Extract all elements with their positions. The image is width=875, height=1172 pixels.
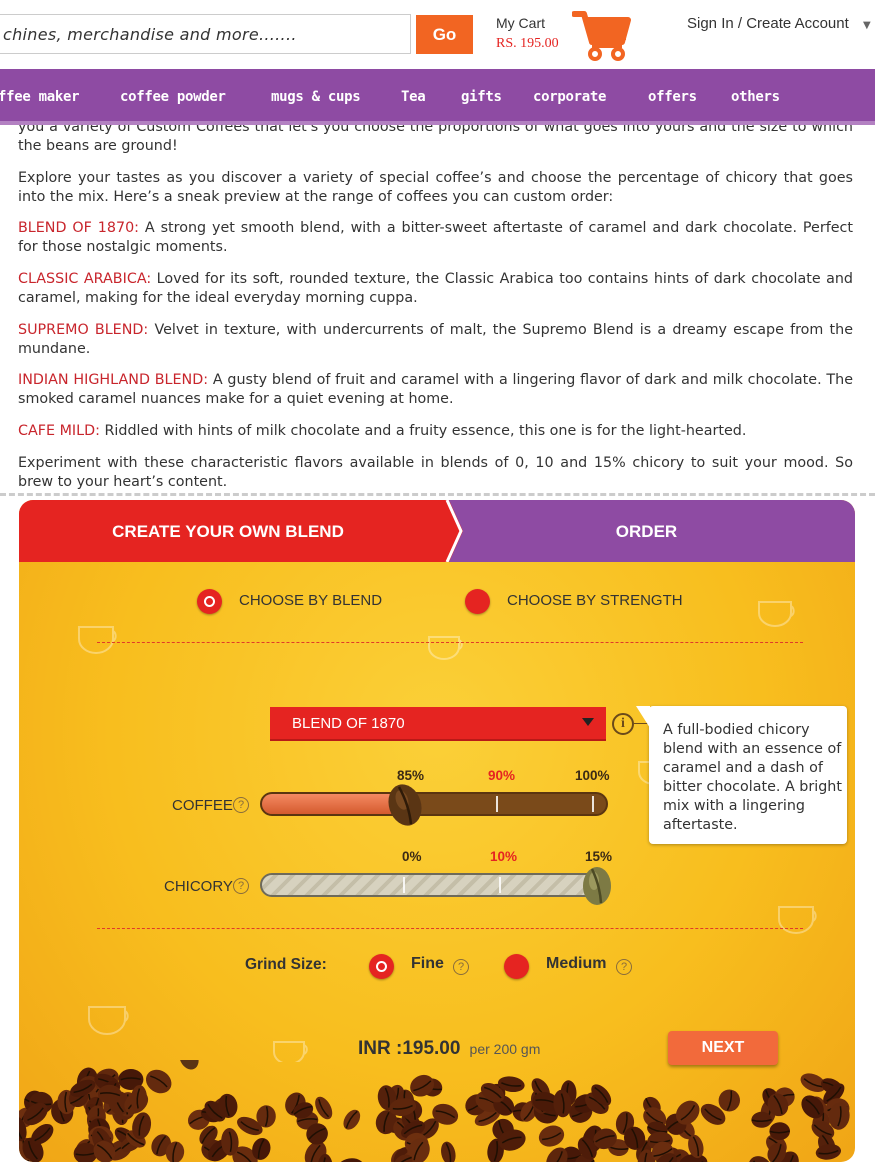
radio-choose-by-strength[interactable] bbox=[465, 589, 490, 614]
blend-description: SUPREMO BLEND: Velvet in texture, with u… bbox=[18, 321, 853, 359]
search-go-button[interactable]: Go bbox=[416, 15, 473, 54]
cart-amount[interactable]: RS. 195.00 bbox=[496, 36, 559, 52]
nav-item-others[interactable]: others bbox=[731, 89, 780, 105]
chevron-down-icon[interactable]: ▼ bbox=[863, 20, 871, 31]
intro-paragraph: you a variety of Custom Coffees that let… bbox=[18, 125, 853, 154]
tab-create-label[interactable]: CREATE YOUR OWN BLEND bbox=[19, 522, 437, 542]
blend-description: CLASSIC ARABICA: Loved for its soft, rou… bbox=[18, 270, 853, 308]
blend-name: BLEND OF 1870: bbox=[18, 220, 139, 236]
blend-name: CAFE MILD: bbox=[18, 423, 100, 439]
tooltip-arrow bbox=[636, 706, 650, 728]
nav-item-tea[interactable]: Tea bbox=[401, 89, 426, 105]
blend-description: CAFE MILD: Riddled with hints of milk ch… bbox=[18, 422, 853, 441]
blend-select-dropdown[interactable]: BLEND OF 1870 bbox=[270, 707, 606, 741]
choose-by-strength-label[interactable]: CHOOSE BY STRENGTH bbox=[507, 592, 683, 609]
radio-grind-fine[interactable] bbox=[369, 954, 394, 979]
coffee-beans-decoration-icon bbox=[19, 1060, 850, 1162]
blend-description: INDIAN HIGHLAND BLEND: A gusty blend of … bbox=[18, 371, 853, 409]
dashed-separator bbox=[97, 642, 803, 643]
blend-name: INDIAN HIGHLAND BLEND: bbox=[18, 372, 209, 388]
caret-down-icon bbox=[582, 718, 594, 726]
chicory-slider-track[interactable] bbox=[260, 873, 608, 897]
chicory-tick-min: 0% bbox=[402, 849, 422, 864]
tab-order-label[interactable]: ORDER bbox=[459, 522, 834, 542]
price-value: INR :195.00 bbox=[358, 1038, 461, 1059]
grind-medium-help-icon[interactable]: ? bbox=[616, 959, 632, 975]
chicory-track-tick bbox=[499, 877, 501, 893]
blend-description: BLEND OF 1870: A strong yet smooth blend… bbox=[18, 219, 853, 257]
radio-grind-medium[interactable] bbox=[504, 954, 529, 979]
blend-text: A strong yet smooth blend, with a bitter… bbox=[18, 220, 854, 255]
shopping-cart-icon[interactable] bbox=[572, 8, 632, 62]
closing-paragraph: Experiment with these characteristic fla… bbox=[18, 455, 853, 490]
main-nav: ffee maker coffee powder mugs & cups Tea… bbox=[0, 69, 875, 125]
coffee-help-icon[interactable]: ? bbox=[233, 797, 249, 813]
price-unit: per 200 gm bbox=[469, 1041, 541, 1057]
grind-fine-help-icon[interactable]: ? bbox=[453, 959, 469, 975]
coffee-track-tick bbox=[592, 796, 594, 812]
blend-name: CLASSIC ARABICA: bbox=[18, 271, 152, 287]
coffee-slider-handle-bean-icon[interactable] bbox=[385, 782, 425, 828]
chicory-slider-label: CHICORY bbox=[164, 878, 233, 895]
chicory-tick-mid: 10% bbox=[490, 849, 518, 864]
chicory-track-tick bbox=[403, 877, 405, 893]
price-display: INR :195.00 per 200 gm bbox=[358, 1038, 540, 1060]
coffee-tick-mid: 90% bbox=[488, 768, 516, 783]
chicory-help-icon[interactable]: ? bbox=[233, 878, 249, 894]
info-icon[interactable]: i bbox=[612, 713, 634, 735]
blend-select-value: BLEND OF 1870 bbox=[292, 715, 405, 732]
coffee-slider-fill bbox=[262, 794, 402, 814]
nav-item-offers[interactable]: offers bbox=[648, 89, 697, 105]
grind-size-label: Grind Size: bbox=[245, 956, 327, 973]
coffee-slider-track[interactable] bbox=[260, 792, 608, 816]
coffee-tick-min: 85% bbox=[397, 768, 425, 783]
article-content: you a variety of Custom Coffees that let… bbox=[0, 125, 875, 496]
radio-choose-by-blend[interactable] bbox=[197, 589, 222, 614]
section-divider bbox=[0, 493, 875, 496]
sign-in-create-account-link[interactable]: Sign In / Create Account bbox=[687, 15, 849, 32]
coffee-slider-label: COFFEE bbox=[172, 797, 233, 814]
nav-item-coffee-maker[interactable]: ffee maker bbox=[0, 89, 80, 105]
nav-item-coffee-powder[interactable]: coffee powder bbox=[120, 89, 226, 105]
blend-name: SUPREMO BLEND: bbox=[18, 322, 149, 338]
blend-info-tooltip: A full-bodied chicory blend with an esse… bbox=[649, 706, 847, 844]
chicory-slider-handle-bean-icon[interactable] bbox=[580, 865, 614, 907]
chicory-tick-max: 15% bbox=[585, 849, 613, 864]
nav-item-gifts[interactable]: gifts bbox=[461, 89, 502, 105]
cart-title[interactable]: My Cart bbox=[496, 15, 545, 31]
coffee-tick-max: 100% bbox=[575, 768, 610, 783]
nav-item-corporate[interactable]: corporate bbox=[533, 89, 606, 105]
coffee-track-tick bbox=[496, 796, 498, 812]
blend-text: Riddled with hints of milk chocolate and… bbox=[99, 423, 747, 439]
choose-by-blend-label[interactable]: CHOOSE BY BLEND bbox=[239, 592, 382, 609]
site-header: Go My Cart RS. 195.00 Sign In / Create A… bbox=[0, 0, 875, 69]
tooltip-text: A full-bodied chicory blend with an esse… bbox=[663, 722, 842, 833]
grind-fine-label[interactable]: Fine bbox=[411, 955, 444, 973]
nav-item-mugs-cups[interactable]: mugs & cups bbox=[271, 89, 361, 105]
grind-medium-label[interactable]: Medium bbox=[546, 955, 606, 973]
explore-paragraph: Explore your tastes as you discover a va… bbox=[18, 170, 853, 205]
blend-builder-widget: CREATE YOUR OWN BLEND ORDER CHOOSE BY BL… bbox=[19, 500, 855, 1162]
dashed-separator bbox=[97, 928, 803, 929]
search-input[interactable] bbox=[0, 14, 411, 54]
